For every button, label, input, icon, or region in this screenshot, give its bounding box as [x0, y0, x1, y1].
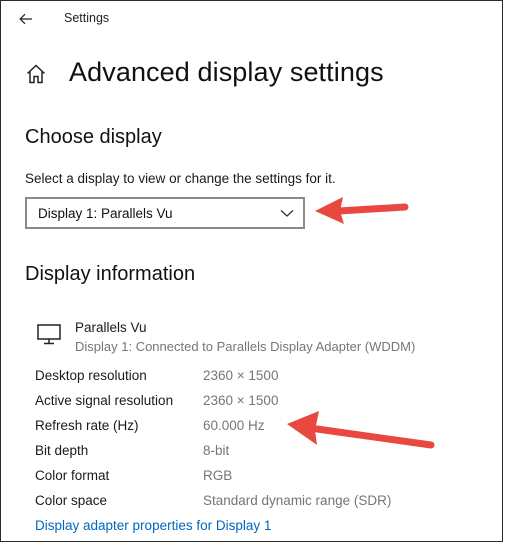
- info-value: 2360 × 1500: [203, 393, 279, 408]
- window-title: Settings: [64, 11, 110, 25]
- choose-display-heading: Choose display: [25, 126, 162, 148]
- home-icon[interactable]: [25, 63, 47, 85]
- red-arrow-icon: [315, 197, 409, 224]
- info-label: Color space: [35, 493, 108, 508]
- back-arrow-icon: [19, 13, 32, 25]
- info-value: RGB: [203, 468, 233, 483]
- info-label: Active signal resolution: [35, 393, 174, 408]
- info-value: 60.000 Hz: [203, 418, 265, 433]
- info-label: Refresh rate (Hz): [35, 418, 139, 433]
- info-row-color-format: Color format RGB: [35, 468, 475, 488]
- red-arrow-icon: [287, 411, 435, 449]
- page-title: Advanced display settings: [69, 57, 384, 87]
- display-dropdown-value: Display 1: Parallels Vu: [38, 205, 173, 221]
- display-name: Parallels Vu: [75, 320, 147, 335]
- info-label: Bit depth: [35, 443, 89, 458]
- display-information-heading: Display information: [25, 263, 196, 285]
- settings-window: Settings Advanced display settings Choos…: [0, 0, 503, 542]
- info-value: 8-bit: [203, 443, 230, 458]
- info-row-desktop-resolution: Desktop resolution 2360 × 1500: [35, 368, 475, 388]
- info-value: Standard dynamic range (SDR): [203, 493, 392, 508]
- chevron-down-icon: [280, 210, 294, 217]
- title-bar: Settings: [1, 1, 502, 37]
- select-display-label: Select a display to view or change the s…: [25, 171, 336, 186]
- display-adapter-properties-link[interactable]: Display adapter properties for Display 1: [35, 518, 271, 533]
- display-connection: Display 1: Connected to Parallels Displa…: [75, 339, 416, 354]
- info-label: Desktop resolution: [35, 368, 147, 383]
- back-button[interactable]: [13, 6, 39, 32]
- info-value: 2360 × 1500: [203, 368, 279, 383]
- monitor-icon: [37, 324, 61, 345]
- info-row-color-space: Color space Standard dynamic range (SDR): [35, 493, 475, 513]
- display-dropdown[interactable]: Display 1: Parallels Vu: [25, 197, 305, 229]
- info-label: Color format: [35, 468, 110, 483]
